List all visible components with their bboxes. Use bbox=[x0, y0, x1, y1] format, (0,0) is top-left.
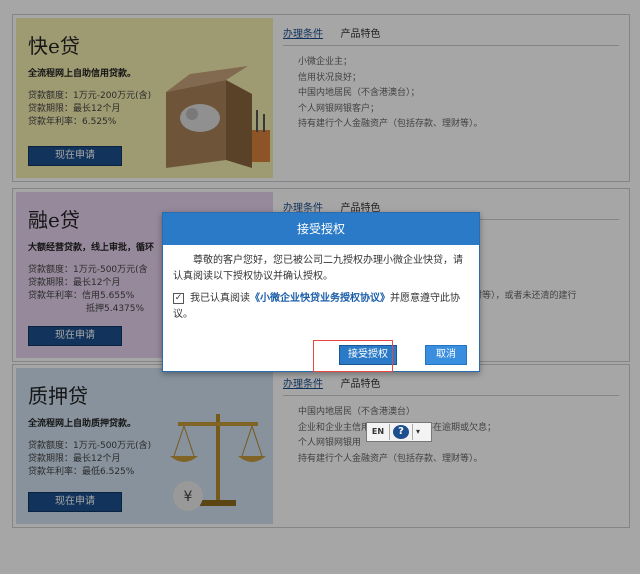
highlight-frame bbox=[313, 340, 393, 372]
dialog-message: 尊敬的客户您好，您已被公司二九授权办理小微企业快贷，请认真阅读以下授权协议并确认… bbox=[173, 255, 463, 282]
dialog-body: 尊敬的客户您好，您已被公司二九授权办理小微企业快贷，请认真阅读以下授权协议并确认… bbox=[163, 245, 479, 323]
help-icon[interactable]: ? bbox=[393, 425, 409, 439]
agreement-link[interactable]: 《小微企业快贷业务授权协议》 bbox=[250, 293, 390, 304]
agreement-row: ✓ 我已认真阅读《小微企业快贷业务授权协议》并愿意遵守此协议。 bbox=[173, 291, 469, 323]
cancel-button[interactable]: 取消 bbox=[425, 345, 467, 365]
agree-prefix: 我已认真阅读 bbox=[190, 293, 250, 304]
chevron-down-icon[interactable]: ▾ bbox=[412, 424, 423, 440]
input-mode-toggle[interactable]: EN bbox=[367, 424, 390, 440]
ime-toolbar[interactable]: EN ? ▾ bbox=[366, 422, 432, 442]
dialog-title: 接受授权 bbox=[163, 213, 479, 245]
agree-checkbox[interactable]: ✓ bbox=[173, 292, 184, 304]
